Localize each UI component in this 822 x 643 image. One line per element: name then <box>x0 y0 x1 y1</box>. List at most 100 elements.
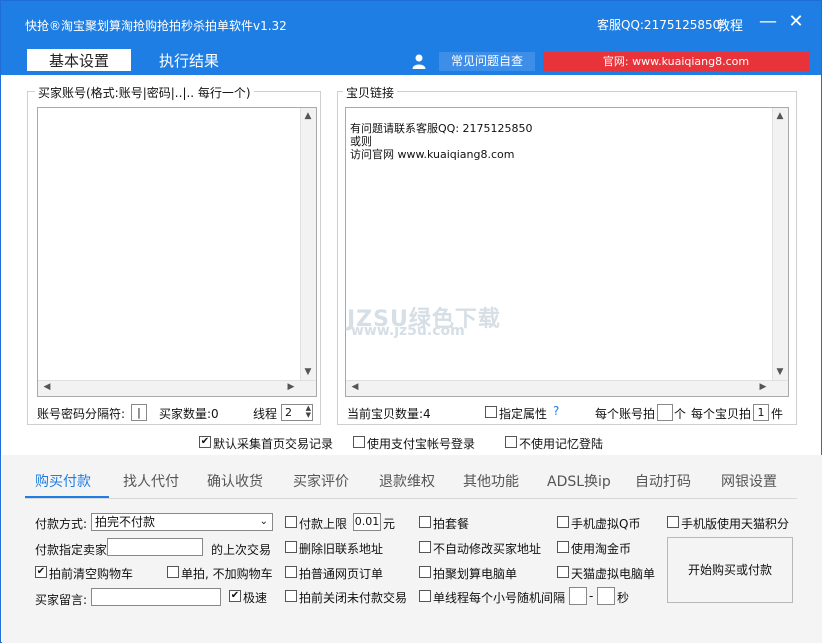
tmall-points-checkbox[interactable] <box>667 516 679 528</box>
tab-results[interactable]: 执行结果 <box>139 49 239 73</box>
message-label: 买家留言: <box>35 593 88 607</box>
tab-ebank[interactable]: 网银设置 <box>721 471 777 491</box>
no-cart-checkbox[interactable] <box>167 566 179 578</box>
tab-refund[interactable]: 退款维权 <box>379 471 435 491</box>
close-unpaid-label: 拍前关闭未付款交易 <box>299 591 408 605</box>
fast-checkbox[interactable]: ✔ <box>229 590 241 602</box>
pay-limit-input[interactable]: 0.01 <box>353 513 381 531</box>
alipay-login-checkbox[interactable] <box>353 436 365 448</box>
tab-proxy-pay[interactable]: 找人代付 <box>123 471 179 491</box>
help-icon[interactable]: ? <box>553 404 559 418</box>
attr-label: 指定属性 <box>499 407 548 421</box>
taojinbi-checkbox[interactable] <box>557 541 569 553</box>
alipay-login-label: 使用支付宝帐号登录 <box>367 437 476 451</box>
tab-buyer-review[interactable]: 买家评价 <box>293 471 349 491</box>
scroll-left-icon[interactable]: ◀ <box>347 382 363 392</box>
links-textarea[interactable]: 有问题请联系客服QQ: 2175125850 或则 访问官网 www.kuaiq… <box>345 107 789 397</box>
per-item-unit: 件 <box>771 407 784 421</box>
normal-page-order-label: 拍普通网页订单 <box>299 567 384 581</box>
single-thread-checkbox[interactable] <box>419 590 431 602</box>
scroll-up-icon[interactable]: ▲ <box>300 111 316 121</box>
spinner-arrows-icon[interactable]: ▲ ▼ <box>306 405 311 419</box>
clear-cart-label: 拍前清空购物车 <box>49 567 134 581</box>
separator-input[interactable]: | <box>131 404 147 421</box>
window-title: 快抢®淘宝聚划算淘抢购抢拍秒杀拍单软件v1.32 <box>25 19 287 33</box>
scroll-up-icon[interactable]: ▲ <box>772 111 788 121</box>
per-item-label: 每个宝贝拍 <box>691 407 752 421</box>
payment-value: 拍完不付款 <box>95 515 156 529</box>
scroll-right-icon[interactable]: ▶ <box>755 382 771 392</box>
interval-min-input[interactable] <box>569 587 587 605</box>
delete-old-addr-checkbox[interactable] <box>285 541 297 553</box>
threads-label: 线程 <box>253 407 278 421</box>
no-cart-label: 单拍, 不加购物车 <box>181 567 273 581</box>
close-button[interactable]: ✕ <box>785 11 807 32</box>
scroll-left-icon[interactable]: ◀ <box>39 382 55 392</box>
tmall-virtual-checkbox[interactable] <box>557 566 569 578</box>
phone-q-coin-checkbox[interactable] <box>557 516 569 528</box>
start-purchase-button[interactable]: 开始购买或付款 <box>667 537 793 603</box>
tab-other[interactable]: 其他功能 <box>463 471 519 491</box>
per-item-input[interactable]: 1 <box>753 404 769 421</box>
per-account-input[interactable] <box>657 404 673 421</box>
per-account-label: 每个账号拍 <box>595 407 656 421</box>
faq-button[interactable]: 常见问题自查 <box>439 52 535 71</box>
links-hscroll[interactable] <box>346 380 788 396</box>
link-line: 或则 <box>350 135 372 148</box>
taojinbi-label: 使用淘金币 <box>571 542 632 556</box>
links-legend: 宝贝链接 <box>343 84 398 101</box>
no-auto-addr-checkbox[interactable] <box>419 541 431 553</box>
website-banner[interactable]: 官网: www.kuaiqiang8.com <box>543 52 809 71</box>
threads-value: 2 <box>285 406 292 419</box>
payment-select[interactable]: 拍完不付款 ⌄ <box>91 513 273 531</box>
tab-divider <box>25 498 797 499</box>
scroll-right-icon[interactable]: ▶ <box>283 382 299 392</box>
interval-sep: - <box>589 589 594 603</box>
tutorial-link[interactable]: 教程 <box>717 15 743 34</box>
scroll-down-icon[interactable]: ▼ <box>300 367 316 377</box>
separator-label: 账号密码分隔符: <box>37 407 126 421</box>
support-qq: 客服QQ:2175125850 <box>597 18 721 32</box>
tab-basic-settings[interactable]: 基本设置 <box>27 49 131 73</box>
accounts-textarea[interactable] <box>37 107 317 397</box>
pay-limit-checkbox[interactable] <box>285 516 297 528</box>
juhuasuan-pc-checkbox[interactable] <box>419 566 431 578</box>
tab-confirm-receipt[interactable]: 确认收货 <box>207 471 263 491</box>
user-icon <box>412 54 426 69</box>
pay-limit-unit: 元 <box>383 517 396 531</box>
seller-label: 付款指定卖家 <box>35 543 108 557</box>
message-input[interactable] <box>91 588 221 606</box>
clear-cart-checkbox[interactable]: ✔ <box>35 566 47 578</box>
links-vscroll[interactable] <box>772 108 788 380</box>
single-thread-label: 单线程每个小号随机间隔 <box>433 591 566 605</box>
no-memory-checkbox[interactable] <box>505 436 517 448</box>
per-account-unit: 个 <box>674 407 687 421</box>
no-memory-label: 不使用记忆登陆 <box>519 437 604 451</box>
scroll-down-icon[interactable]: ▼ <box>772 367 788 377</box>
chevron-down-icon[interactable]: ⌄ <box>260 514 268 530</box>
minimize-button[interactable]: — <box>757 11 779 32</box>
tab-purchase-pay[interactable]: 购买付款 <box>35 471 91 491</box>
seller-input[interactable] <box>107 538 203 556</box>
tab-adsl[interactable]: ADSL换ip <box>547 471 611 491</box>
item-count: 当前宝贝数量:4 <box>347 407 431 421</box>
interval-max-input[interactable] <box>597 587 615 605</box>
default-collect-checkbox[interactable]: ✔ <box>199 436 211 448</box>
link-line: 有问题请联系客服QQ: 2175125850 <box>350 122 533 135</box>
buy-combo-checkbox[interactable] <box>419 516 431 528</box>
accounts-legend: 买家账号(格式:账号|密码|..|.. 每行一个) <box>35 84 254 101</box>
normal-page-order-checkbox[interactable] <box>285 566 297 578</box>
accounts-hscroll[interactable] <box>38 380 316 396</box>
attr-checkbox[interactable] <box>485 406 497 418</box>
title-bar: 快抢®淘宝聚划算淘抢购抢拍秒杀拍单软件v1.32 客服QQ:2175125850… <box>1 1 821 49</box>
tab-captcha[interactable]: 自动打码 <box>635 471 691 491</box>
threads-spinner[interactable]: 2 ▲ ▼ <box>281 404 313 421</box>
close-unpaid-checkbox[interactable] <box>285 590 297 602</box>
link-line: 访问官网 www.kuaiqiang8.com <box>350 148 515 161</box>
main-window: 快抢®淘宝聚划算淘抢购抢拍秒杀拍单软件v1.32 客服QQ:2175125850… <box>0 0 822 643</box>
interval-unit: 秒 <box>617 591 630 605</box>
payment-label: 付款方式: <box>35 517 88 531</box>
tmall-virtual-label: 天猫虚拟电脑单 <box>571 567 656 581</box>
phone-q-coin-label: 手机虚拟Q币 <box>571 517 641 531</box>
accounts-vscroll[interactable] <box>300 108 316 380</box>
